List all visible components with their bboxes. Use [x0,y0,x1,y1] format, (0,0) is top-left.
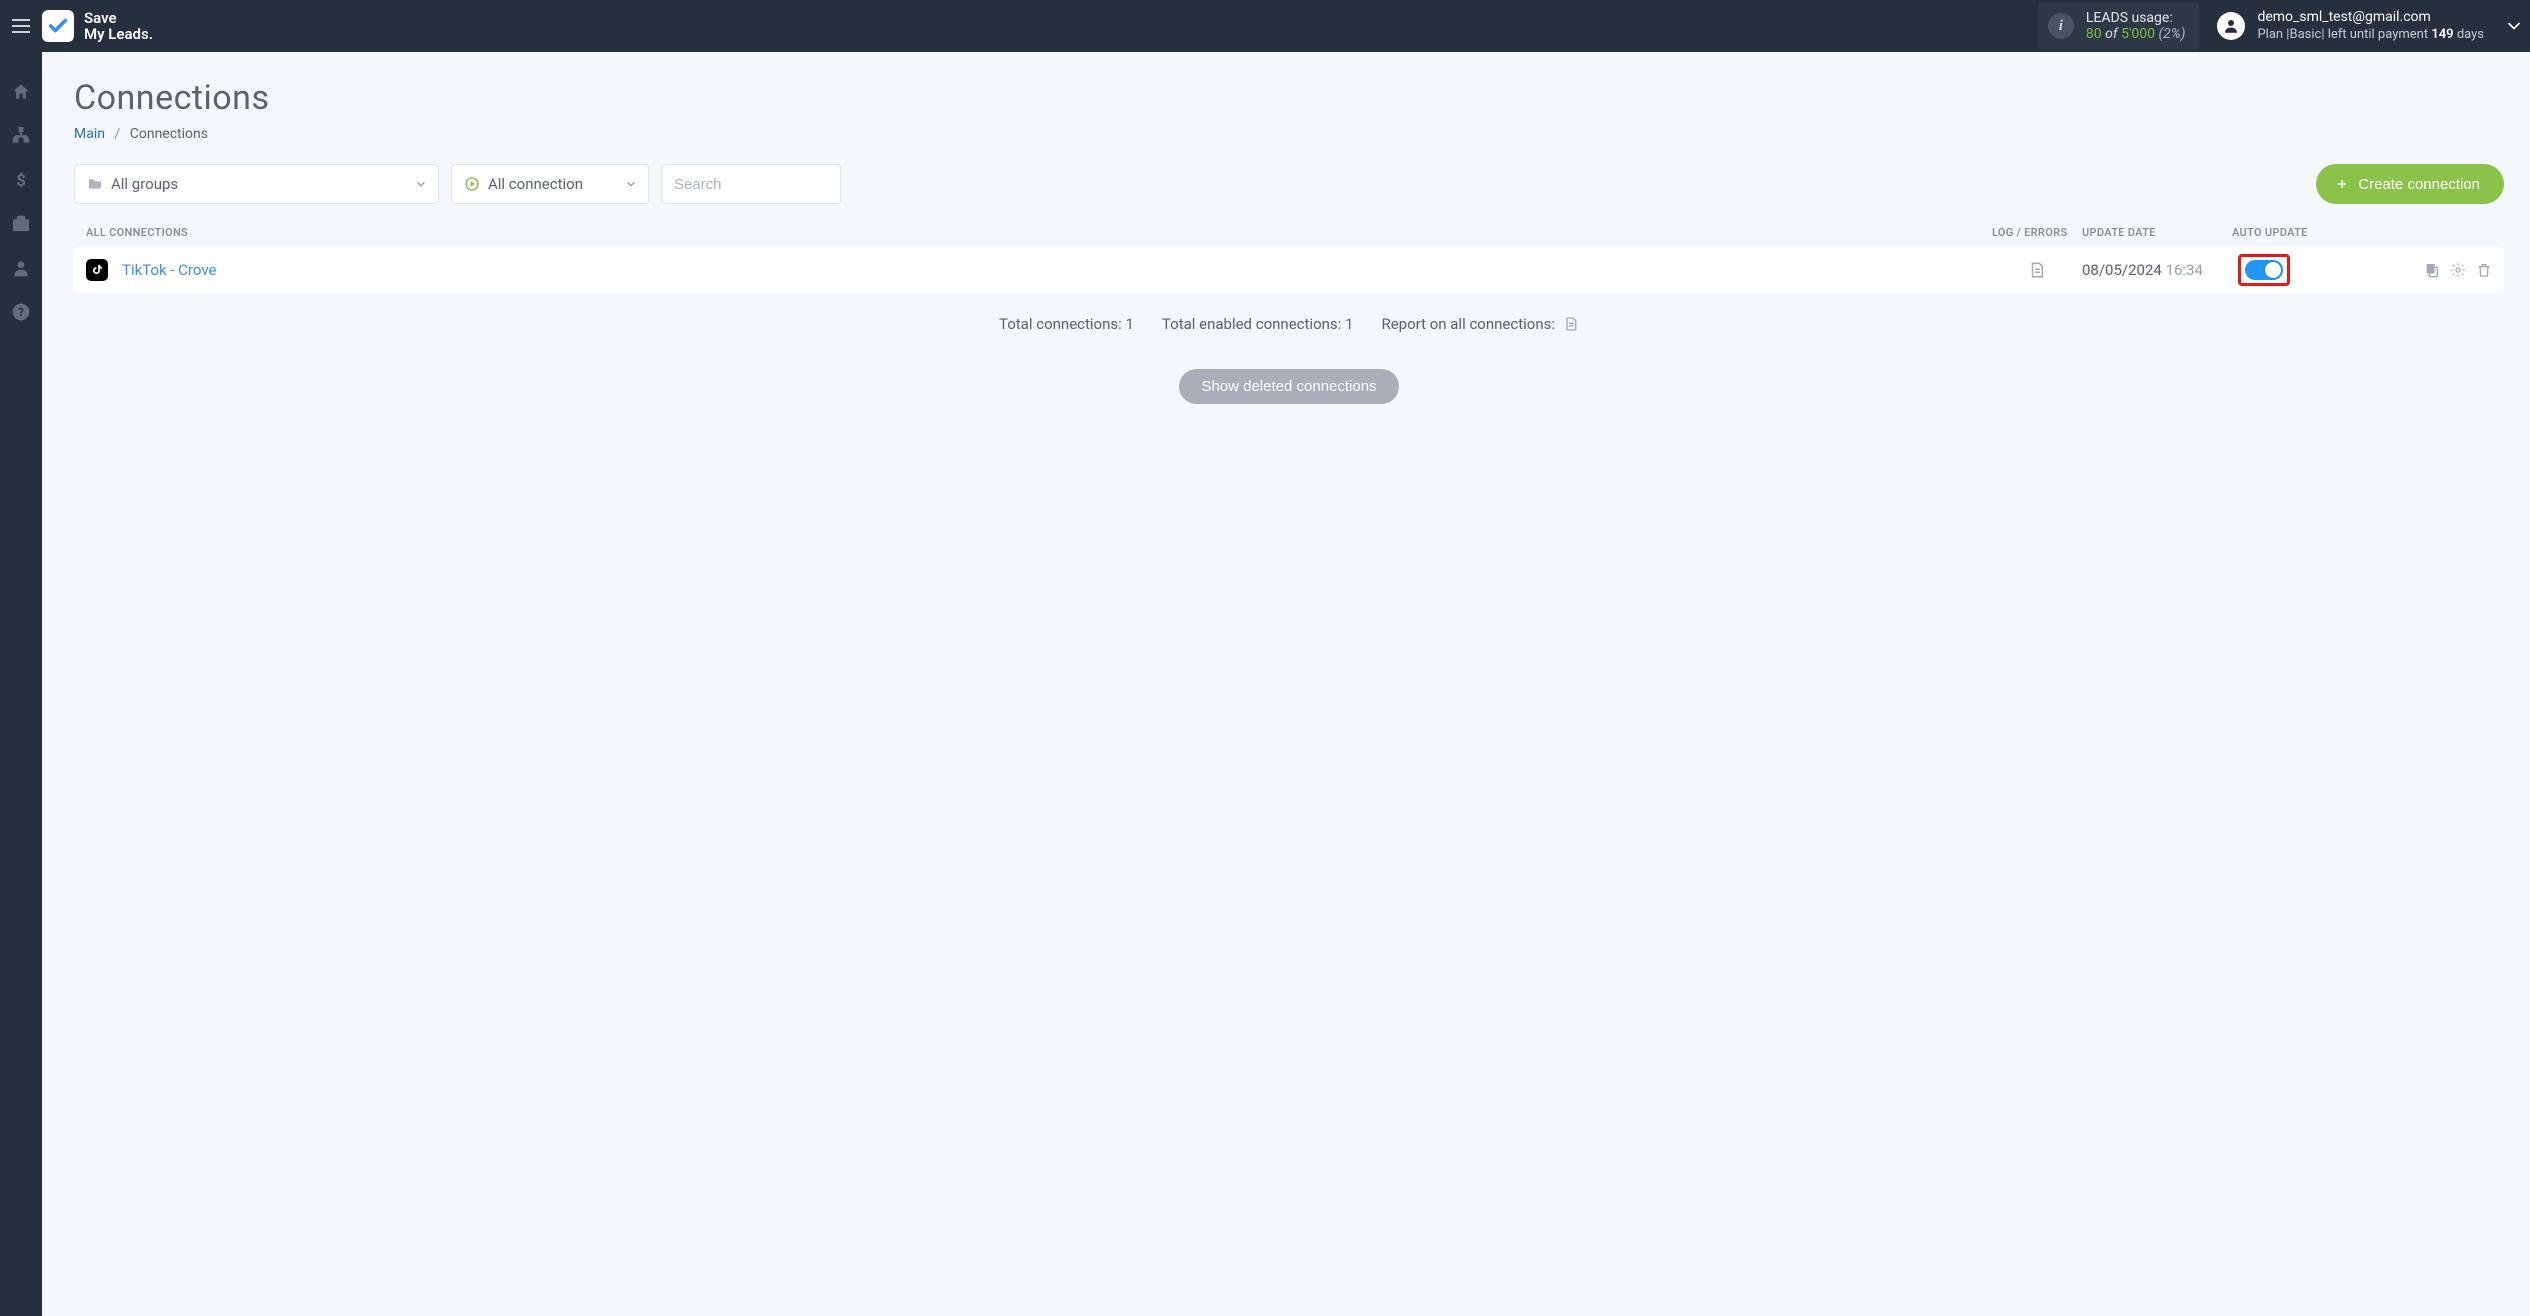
folder-icon [87,176,103,192]
info-icon: i [2048,13,2074,39]
auto-update-toggle[interactable] [2245,260,2283,280]
briefcase-icon [11,214,31,234]
logo-badge [42,10,74,42]
nav-home[interactable] [11,82,31,102]
breadcrumb-current: Connections [130,126,208,142]
document-icon [2028,261,2046,279]
hamburger-icon [12,19,30,33]
col-update: UPDATE DATE [2082,226,2232,239]
profile-icon [11,258,31,278]
show-deleted-button[interactable]: Show deleted connections [1179,369,1398,404]
account-caret-icon [2504,16,2524,36]
col-auto: AUTO UPDATE [2232,226,2402,239]
search-input-wrap[interactable] [661,164,841,204]
chevron-down-icon [624,177,638,191]
page-title: Connections [74,78,2504,118]
leads-usage-text: LEADS usage: 80 of 5'000 (2%) [2086,10,2186,42]
logo-text: SaveMy Leads. [84,10,153,43]
auto-update-highlight [2238,254,2290,286]
log-cell [1992,261,2082,279]
summary-row: Total connections: 1 Total enabled conne… [74,315,2504,333]
nav-profile[interactable] [11,258,31,278]
dollar-icon: $ [11,170,31,190]
sitemap-icon [11,126,31,146]
create-connection-button[interactable]: Create connection [2316,164,2504,204]
connection-name-cell: TikTok - Crove [86,259,1992,281]
left-nav-rail: $ ? [0,52,42,1316]
table-header-row: ALL CONNECTIONS LOG / ERRORS UPDATE DATE… [74,226,2504,239]
copy-icon [2424,262,2440,278]
report-all-connections[interactable]: Report on all connections: [1381,315,1579,333]
col-connections: ALL CONNECTIONS [86,226,1992,239]
update-date-cell: 08/05/2024 16:34 [2082,261,2232,279]
log-button[interactable] [2028,261,2046,279]
account-menu[interactable]: demo_sml_test@gmail.com Plan |Basic| lef… [2217,9,2484,43]
logo[interactable]: SaveMy Leads. [42,10,153,43]
col-log: LOG / ERRORS [1992,226,2082,239]
connection-link[interactable]: TikTok - Crove [122,261,216,279]
tiktok-icon [86,259,108,281]
nav-billing[interactable]: $ [11,170,31,190]
report-icon [1563,316,1579,332]
status-select[interactable]: All connection [451,164,649,204]
connections-list: TikTok - Crove 08/05/2024 16:34 [74,247,2504,293]
nav-connections[interactable] [11,126,31,146]
settings-button[interactable] [2450,262,2466,278]
gear-icon [2450,262,2466,278]
chevron-down-icon [414,177,428,191]
svg-text:$: $ [16,172,26,190]
svg-text:?: ? [18,305,24,319]
trash-icon [2476,262,2492,278]
plus-icon [2336,178,2348,190]
auto-update-cell [2232,254,2402,286]
leads-usage-widget[interactable]: i LEADS usage: 80 of 5'000 (2%) [2038,2,2200,50]
nav-help[interactable]: ? [11,302,31,322]
nav-tools[interactable] [11,214,31,234]
avatar-icon [2217,12,2245,40]
topbar: SaveMy Leads. i LEADS usage: 80 of 5'000… [0,0,2530,52]
help-icon: ? [11,302,31,322]
delete-button[interactable] [2476,262,2492,278]
row-actions [2402,262,2492,278]
enabled-connections: Total enabled connections: 1 [1162,315,1354,333]
breadcrumb-separator: / [114,126,120,142]
filter-row: All groups All connection Create connect… [74,164,2504,204]
copy-button[interactable] [2424,262,2440,278]
deleted-button-wrap: Show deleted connections [74,369,2504,404]
main-content: Connections Main / Connections All group… [42,52,2530,1316]
breadcrumb-main[interactable]: Main [74,126,105,142]
hamburger-menu[interactable] [0,19,42,33]
total-connections: Total connections: 1 [999,315,1134,333]
check-icon [47,15,69,37]
search-input[interactable] [674,176,828,193]
table-row: TikTok - Crove 08/05/2024 16:34 [74,247,2504,293]
home-icon [11,82,31,102]
account-text: demo_sml_test@gmail.com Plan |Basic| lef… [2257,9,2484,43]
breadcrumb: Main / Connections [74,126,2504,142]
groups-select[interactable]: All groups [74,164,439,204]
play-circle-icon [464,176,480,192]
